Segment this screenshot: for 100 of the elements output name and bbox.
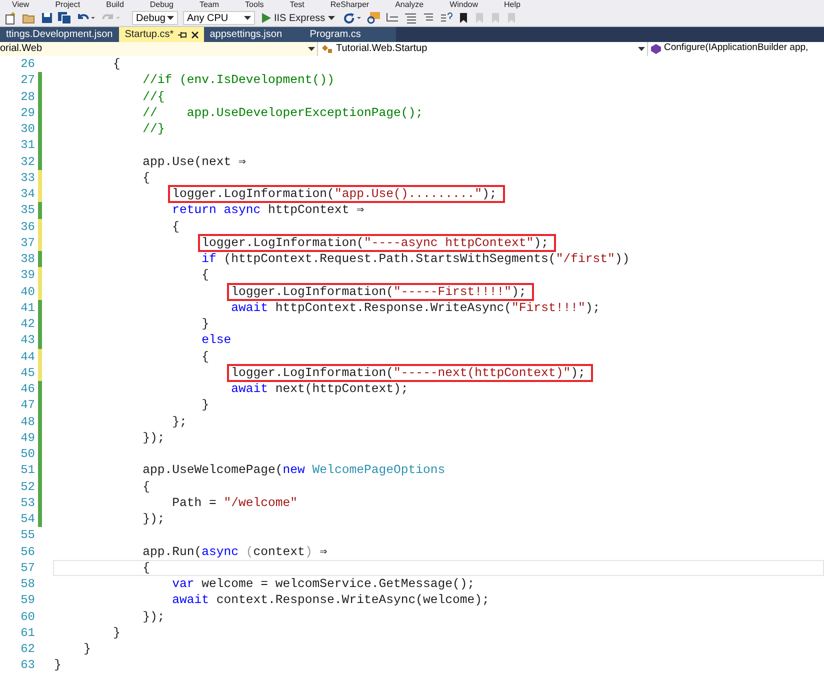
code-text: }; [171,414,187,430]
line-number: 43 [20,332,36,348]
new-project-icon[interactable] [4,12,17,24]
close-icon[interactable] [190,30,199,38]
menu-item[interactable]: Tools [245,0,264,10]
line-number: 58 [20,576,36,592]
line-number: 38 [20,251,36,268]
code-text: { [112,56,120,72]
menu-item[interactable]: Window [450,0,478,10]
line-number: 32 [20,154,36,170]
code-text: } [112,624,120,641]
member-dropdown[interactable]: Configure(IApplicationBuilder app, [648,42,824,56]
refresh-icon[interactable] [342,12,362,24]
menu-item[interactable]: Debug [150,0,174,10]
project-label: orial.Web [0,42,42,56]
code-text: //if (env.IsDevelopment()) [142,72,334,88]
line-number: 34 [20,186,36,202]
document-tab[interactable]: Startup.cs* [118,27,204,42]
code-text: return async httpContext ⇒ [171,202,364,218]
menu-item[interactable]: Build [106,0,124,10]
line-number: 55 [20,527,36,544]
code-text: app.Use(next ⇒ [142,154,246,170]
code-text: { [200,267,209,284]
caret-icon [328,16,336,20]
indent-icon[interactable] [386,12,400,24]
menu-item[interactable]: View [12,0,30,10]
open-folder-icon[interactable] [22,12,36,24]
line-number: 41 [20,300,36,316]
line-number: 40 [20,284,36,300]
line-number: 31 [20,137,36,154]
bookmark-icon[interactable] [458,12,470,24]
line-number: 30 [20,121,36,138]
code-text: } [54,657,62,673]
code-text: if (httpContext.Request.Path.StartsWithSegments("/first")) [200,251,630,268]
line-number: 46 [20,381,36,398]
platform-dropdown[interactable]: Any CPU [183,11,255,25]
line-number: 52 [20,478,36,495]
menu-item[interactable]: Team [199,0,220,10]
code-text: // app.UseDeveloperExceptionPage(); [142,104,423,121]
line-number: 27 [20,72,36,88]
line-number: 60 [20,608,36,625]
platform-label: Any CPU [187,12,228,26]
menu-item[interactable]: ReSharper [330,0,370,10]
code-text: { [171,218,180,235]
line-number: 28 [20,88,36,105]
menu-item[interactable]: Project [55,0,80,10]
list-icon[interactable] [404,12,418,24]
code-text: }); [142,511,165,528]
line-number: 56 [20,544,36,560]
code-text: } [200,316,209,332]
line-number: 62 [20,641,36,658]
class-icon [322,44,333,54]
line-number: 29 [20,104,36,121]
line-number: 51 [20,462,36,478]
menu-item[interactable]: Help [504,0,520,10]
caret-icon [244,16,251,20]
code-text: }); [142,430,165,446]
code-text: { [142,170,150,186]
line-number: 53 [20,494,36,511]
line-number: 36 [20,218,36,235]
document-tab[interactable]: ttings.Development.json [0,27,119,42]
line-number: 49 [20,430,36,446]
code-text: await httpContext.Response.WriteAsync("First!!!"); [230,300,600,316]
code-text: } [200,397,209,414]
line-number: 26 [20,56,36,72]
caret-icon [308,46,315,50]
line-number: 37 [20,234,36,251]
code-text: { [200,348,209,365]
save-icon[interactable] [41,12,53,24]
line-number: 48 [20,414,36,430]
caret-icon [638,46,645,50]
line-number: 50 [20,446,36,462]
line-number: 33 [20,170,36,186]
play-icon [262,13,271,23]
code-text: app.UseWelcomePage(new WelcomePageOptions [142,462,446,478]
line-number: 42 [20,316,36,332]
pin-icon[interactable] [178,30,187,38]
line-number: 39 [20,267,36,284]
configuration-label: Debug [136,12,166,26]
line-number: 35 [20,202,36,218]
configuration-dropdown[interactable]: Debug [132,11,178,25]
code-text: app.Run(async (context) ⇒ [142,544,328,560]
code-text: var welcome = welcomService.GetMessage(); [171,576,475,592]
type-dropdown[interactable]: Tutorial.Web.Startup [318,42,648,56]
save-all-icon[interactable] [58,12,71,24]
help-icon[interactable] [440,12,454,24]
run-button[interactable]: IIS Express [260,11,338,25]
document-tab[interactable]: appsettings.json [204,27,304,42]
code-text: { [142,560,150,576]
document-tab[interactable]: Program.cs [304,27,396,42]
code-text: else [200,332,232,348]
code-text: //{ [142,88,165,105]
code-text: Path = "/welcome" [171,494,298,511]
line-number: 63 [20,657,36,673]
member-label: Configure(IApplicationBuilder app, [664,41,808,56]
code-text: } [82,641,91,658]
project-dropdown[interactable]: orial.Web [0,42,318,56]
code-text: { [142,478,150,495]
menu-item[interactable]: Test [290,0,304,10]
menu-item[interactable]: Analyze [395,0,424,10]
